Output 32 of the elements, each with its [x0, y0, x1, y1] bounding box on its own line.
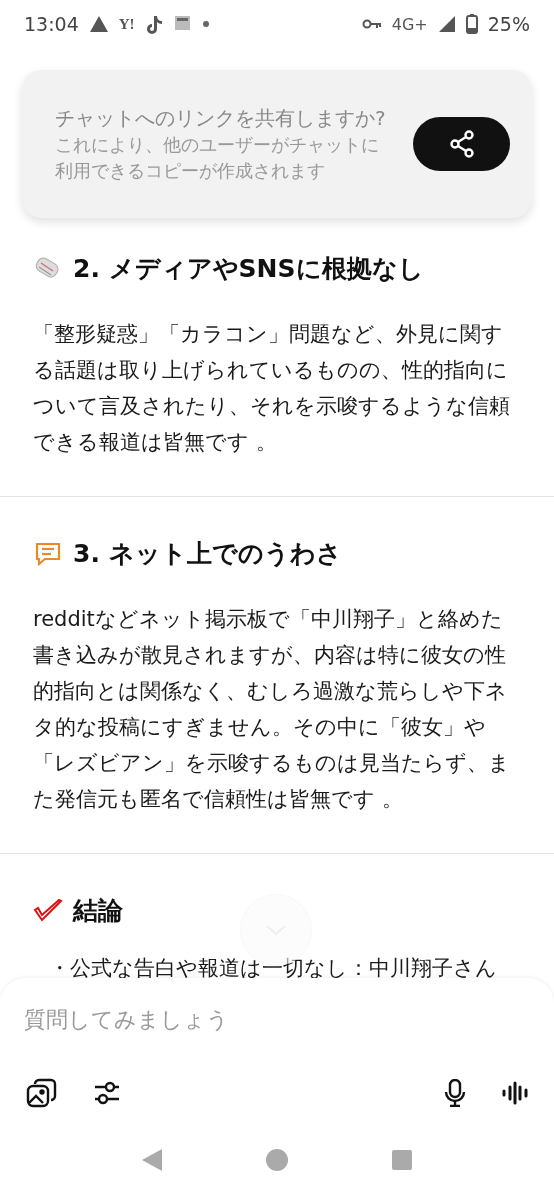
share-button[interactable]	[413, 117, 510, 171]
app-label: Y!	[118, 15, 135, 33]
body-text: 「整形疑惑」「カラコン」問題など、外見に関する話題は取り上げられているものの、性的指向について言及されたり、それを示唆するような信頼できる報道は皆無です 。	[33, 321, 511, 456]
section-heading: 2. メディアやSNSに根拠なし	[73, 252, 424, 285]
section-heading: 3. ネット上でのうわさ	[73, 537, 342, 570]
voice-button[interactable]	[502, 1081, 528, 1105]
dot-icon	[202, 21, 209, 27]
body-text: ・公式な告白や報道は一切なし：中川翔子さん	[48, 955, 498, 982]
gallery-button[interactable]	[26, 1078, 58, 1108]
share-icon	[448, 130, 475, 158]
home-icon	[265, 1148, 289, 1172]
settings-button[interactable]	[94, 1080, 120, 1106]
share-title: チャットへのリンクを共有しますか?	[55, 104, 387, 132]
question-input[interactable]: 質問してみましょう	[22, 1000, 532, 1038]
clock: 13:04	[24, 13, 79, 35]
images-icon	[26, 1078, 58, 1108]
battery-level: 25%	[487, 13, 530, 35]
signal-icon	[437, 15, 456, 33]
microphone-button[interactable]	[444, 1079, 466, 1107]
body-text: redditなどネット掲示板で「中川翔子」と絡めた書き込みが散見されますが、内容は特に彼女の性的指向とは関係なく、むしろ過激な荒らしや下ネタ的な投稿にすぎません。その中に「彼女」や「レズビアン」を示唆するものは見当たらず、また発信元も匿名で信頼性は皆無です 。	[33, 606, 511, 813]
microphone-icon	[444, 1079, 466, 1107]
share-description: これにより、他のユーザーがチャットに利用できるコピーが作成されます	[55, 133, 380, 183]
sliders-icon	[94, 1080, 120, 1106]
music-note-icon	[144, 14, 163, 34]
key-icon	[361, 18, 382, 30]
warning-icon	[88, 15, 109, 33]
recents-icon	[391, 1149, 413, 1171]
back-icon	[141, 1148, 163, 1172]
waveform-icon	[502, 1081, 528, 1105]
battery-icon	[465, 14, 478, 34]
section-heading: 結論	[73, 894, 123, 927]
network-type: 4G+	[391, 14, 428, 34]
